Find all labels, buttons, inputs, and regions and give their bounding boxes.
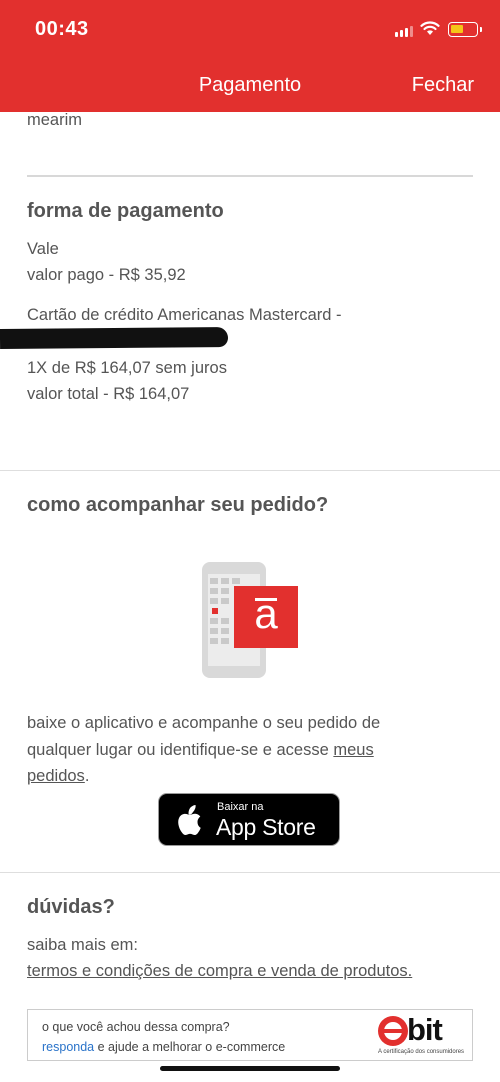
cellular-signal-icon (395, 26, 413, 37)
nav-bar: Pagamento Fechar (0, 60, 500, 112)
section-divider (0, 872, 500, 873)
ebit-logo-word: bit (407, 1012, 443, 1047)
faq-heading: dúvidas? (27, 896, 115, 918)
app-store-button[interactable]: Baixar na App Store (158, 793, 340, 846)
faq-intro: saiba mais em: (27, 936, 138, 954)
tracking-heading: como acompanhar seu pedido? (27, 494, 329, 516)
apple-icon (178, 805, 201, 836)
tracking-text-line2: qualquer lugar ou identifique-se e acess… (27, 741, 374, 760)
section-divider (0, 470, 500, 471)
close-button[interactable]: Fechar (412, 74, 474, 97)
terms-link[interactable]: termos e condições de compra e venda de … (27, 962, 412, 981)
app-icon-bar (255, 598, 277, 601)
ebit-e-mark (378, 1016, 408, 1046)
app-store-small-label: Baixar na (217, 801, 264, 813)
battery-icon (448, 22, 482, 37)
tracking-text-line3: pedidos. (27, 767, 89, 786)
app-icon-letter: a (254, 590, 278, 637)
card-label: Cartão de crédito Americanas Mastercard … (27, 306, 342, 324)
total-value: valor total - R$ 164,07 (27, 385, 190, 403)
ebit-line2: responda e ajude a melhorar o e-commerce (42, 1040, 285, 1054)
redacted-card-number (0, 327, 229, 349)
address-tail: mearim (27, 111, 83, 129)
ebit-tagline: A certificação dos consumidores (378, 1049, 465, 1055)
ebit-feedback-box: o que você achou dessa compra? responda … (27, 1009, 473, 1061)
section-divider (27, 175, 473, 177)
ebit-logo: bit A certificação dos consumidores (378, 1012, 464, 1058)
ebit-respond-link[interactable]: responda (42, 1040, 94, 1054)
tracking-text-line2-pre: qualquer lugar ou identifique-se e acess… (27, 741, 334, 759)
wifi-icon (420, 21, 440, 35)
ebit-question: o que você achou dessa compra? (42, 1020, 230, 1034)
status-time: 00:43 (35, 18, 89, 40)
my-orders-link-cont[interactable]: pedidos (27, 767, 85, 785)
installments-text: 1X de R$ 164,07 sem juros (27, 359, 227, 377)
my-orders-link[interactable]: meus (333, 741, 373, 759)
voucher-paid-value: valor pago - R$ 35,92 (27, 266, 186, 284)
voucher-label: Vale (27, 240, 59, 258)
ebit-rest-text: e ajude a melhorar o e-commerce (94, 1040, 286, 1054)
tracking-text-period: . (84, 767, 90, 785)
app-store-label: App Store (216, 814, 316, 840)
status-bar: 00:43 (0, 0, 500, 60)
home-indicator (160, 1066, 340, 1071)
payment-heading: forma de pagamento (27, 200, 224, 222)
tracking-text-line1: baixe o aplicativo e acompanhe o seu ped… (27, 714, 381, 732)
